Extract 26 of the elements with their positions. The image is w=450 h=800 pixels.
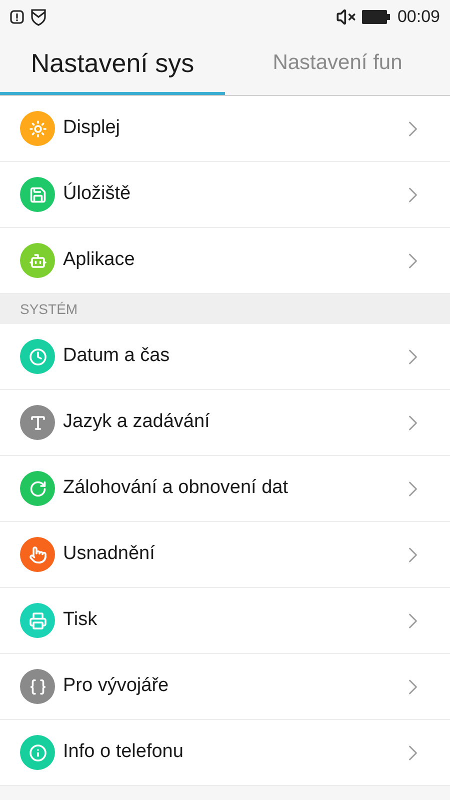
item-label: Displej [63,116,122,140]
mute-icon [336,7,356,27]
settings-item[interactable]: Info o telefonu [0,720,450,786]
item-label: Pro vývojáře [63,674,170,698]
shield-icon [30,8,47,26]
settings-item[interactable]: Úložiště [0,162,450,228]
settings-item[interactable]: Datum a čas [0,324,450,390]
item-label: Zálohování a obnovení dat [63,476,290,500]
item-label: Datum a čas [63,344,171,368]
settings-item[interactable]: Usnadnění [0,522,450,588]
item-label: Info o telefonu [63,740,184,764]
settings-item[interactable]: Displej [0,96,450,162]
settings-item[interactable]: Aplikace [0,228,450,294]
item-label: Tisk [63,608,98,632]
section-header: SYSTÉM [0,294,450,324]
alert-icon [10,10,24,24]
item-label: Úložiště [63,182,132,206]
settings-item[interactable]: Pro vývojáře [0,654,450,720]
settings-item[interactable]: Zálohování a obnovení dat [0,456,450,522]
settings-item[interactable]: Jazyk a zadávání [0,390,450,456]
item-label: Usnadnění [63,542,156,566]
battery-icon [362,10,390,24]
clock-time: 00:09 [397,6,440,28]
settings-item[interactable]: Tisk [0,588,450,654]
item-label: Aplikace [63,248,136,272]
item-label: Jazyk a zadávání [63,410,211,434]
